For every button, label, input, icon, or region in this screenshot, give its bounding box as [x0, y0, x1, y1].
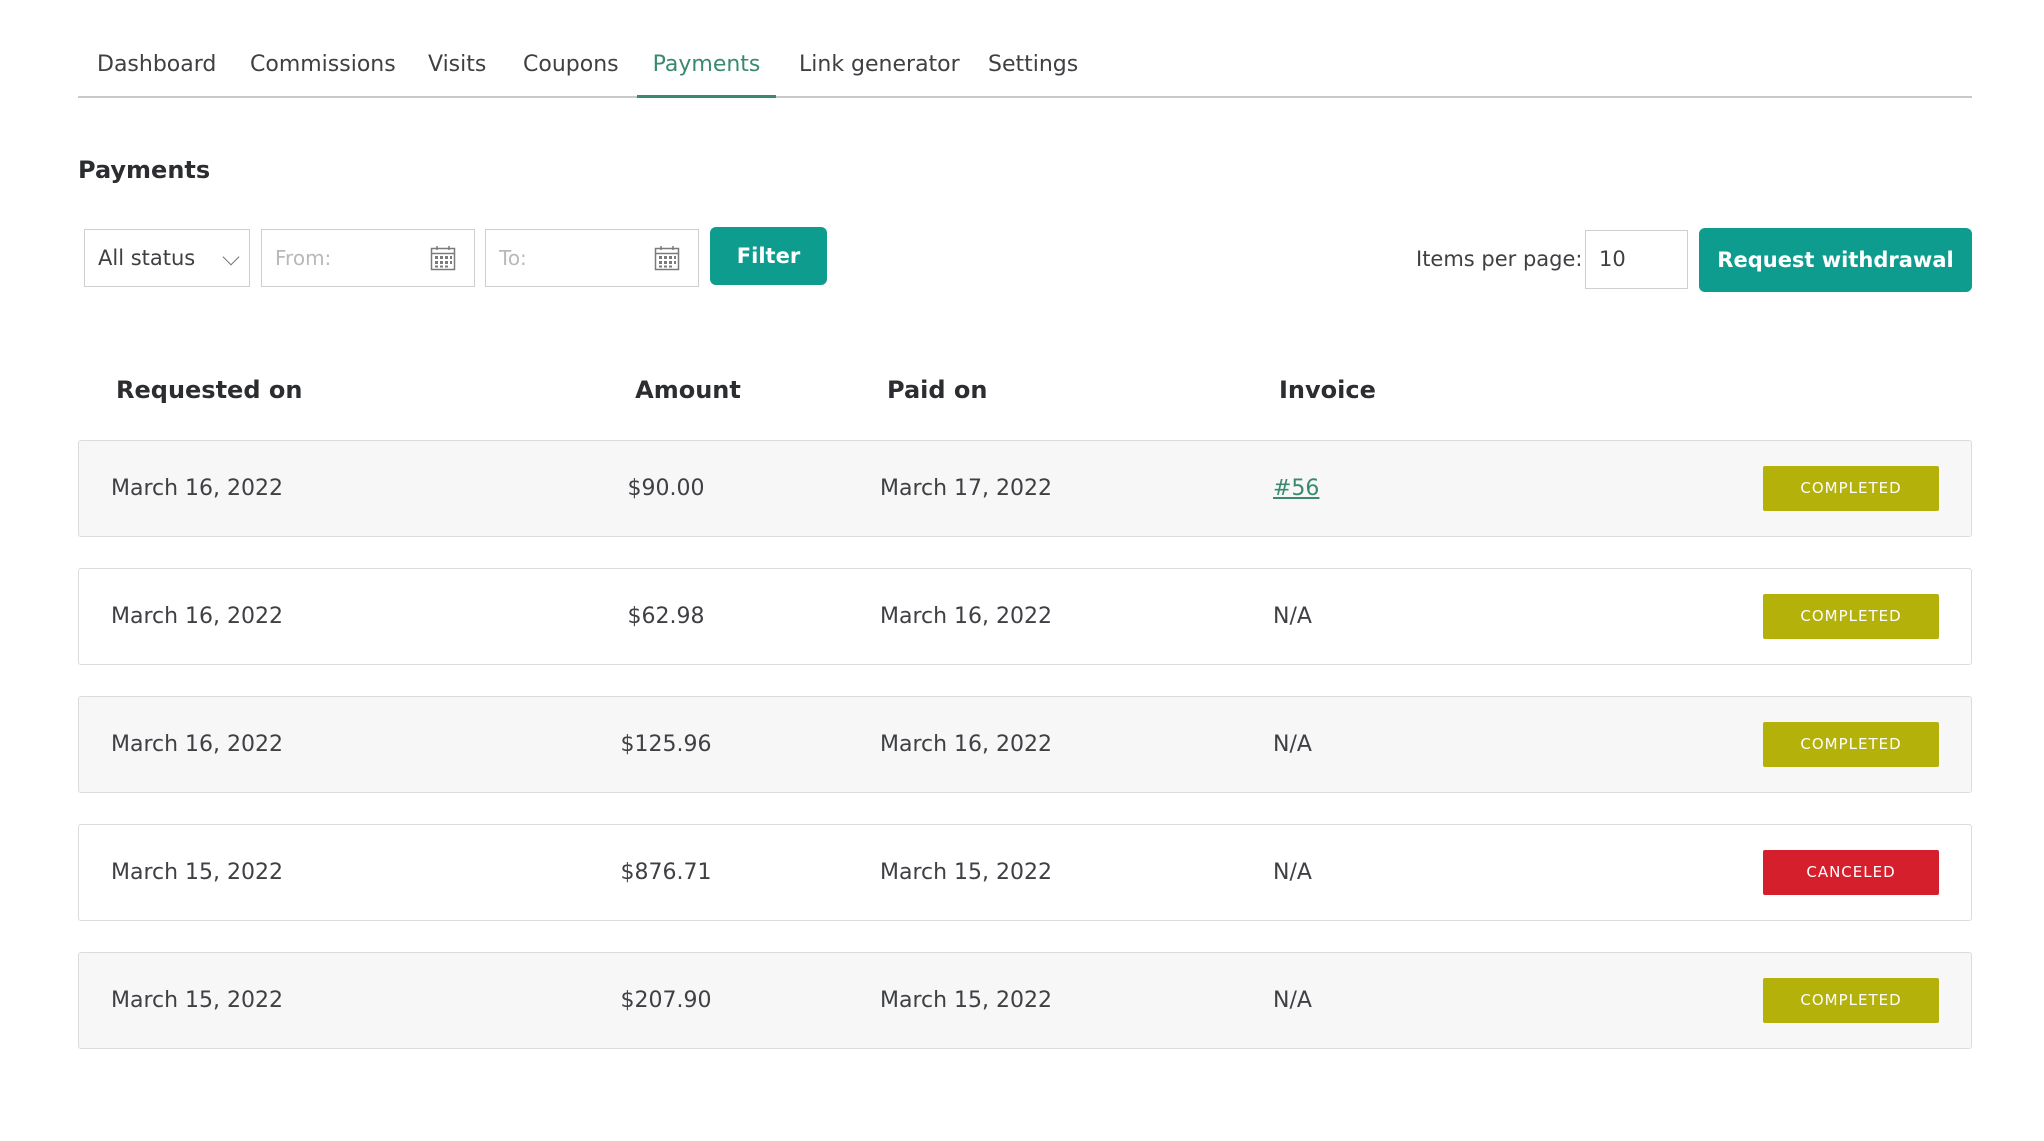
invoice-cell: #56 — [1273, 441, 1319, 536]
tab-settings[interactable]: Settings — [988, 36, 1078, 98]
tab-dashboard[interactable]: Dashboard — [97, 36, 216, 98]
column-header-amount: Amount — [635, 376, 741, 404]
amount-cell: $90.00 — [627, 476, 705, 501]
tab-coupons[interactable]: Coupons — [523, 36, 619, 98]
invoice-link[interactable]: #56 — [1273, 476, 1319, 501]
status-badge: COMPLETED — [1763, 722, 1939, 767]
from-date-input[interactable] — [275, 230, 425, 286]
amount-cell: $62.98 — [627, 604, 705, 629]
status-select-value: All status — [98, 246, 196, 270]
requested-on-cell: March 15, 2022 — [111, 860, 284, 885]
tab-payments[interactable]: Payments — [637, 36, 776, 98]
status-select[interactable]: All status — [84, 229, 250, 287]
status-badge: COMPLETED — [1763, 466, 1939, 511]
section-title: Payments — [78, 156, 211, 184]
calendar-icon[interactable] — [654, 245, 680, 271]
amount-cell: $207.90 — [620, 988, 712, 1013]
status-badge: COMPLETED — [1763, 978, 1939, 1023]
paid-on-cell: March 16, 2022 — [880, 732, 1053, 757]
tab-link-generator[interactable]: Link generator — [799, 36, 960, 98]
requested-on-cell: March 16, 2022 — [111, 732, 284, 757]
request-withdrawal-button[interactable]: Request withdrawal — [1699, 228, 1972, 292]
column-header-invoice: Invoice — [1279, 376, 1376, 404]
to-date-field[interactable] — [485, 229, 699, 287]
amount-cell: $125.96 — [620, 732, 712, 757]
table-row: March 16, 2022 $62.98 March 16, 2022 N/A… — [78, 568, 1972, 665]
paid-on-cell: March 15, 2022 — [880, 860, 1053, 885]
requested-on-cell: March 16, 2022 — [111, 476, 284, 501]
table-row: March 15, 2022 $876.71 March 15, 2022 N/… — [78, 824, 1972, 921]
requested-on-cell: March 15, 2022 — [111, 988, 284, 1013]
paid-on-cell: March 16, 2022 — [880, 604, 1053, 629]
invoice-cell: N/A — [1273, 604, 1312, 629]
to-date-input[interactable] — [499, 230, 649, 286]
tab-visits[interactable]: Visits — [428, 36, 486, 98]
requested-on-cell: March 16, 2022 — [111, 604, 284, 629]
table-row: March 15, 2022 $207.90 March 15, 2022 N/… — [78, 952, 1972, 1049]
invoice-cell: N/A — [1273, 988, 1312, 1013]
chevron-down-icon — [222, 248, 240, 266]
from-date-field[interactable] — [261, 229, 475, 287]
column-header-paid-on: Paid on — [887, 376, 988, 404]
calendar-icon[interactable] — [430, 245, 456, 271]
tab-bar: Dashboard Commissions Visits Coupons Pay… — [78, 36, 1972, 98]
paid-on-cell: March 15, 2022 — [880, 988, 1053, 1013]
filter-button[interactable]: Filter — [710, 227, 827, 285]
amount-cell: $876.71 — [620, 860, 712, 885]
table-row: March 16, 2022 $90.00 March 17, 2022 #56… — [78, 440, 1972, 537]
payments-page: Dashboard Commissions Visits Coupons Pay… — [0, 0, 2044, 1141]
items-per-page-label: Items per page: — [1416, 247, 1583, 271]
status-badge: CANCELED — [1763, 850, 1939, 895]
invoice-cell: N/A — [1273, 732, 1312, 757]
table-row: March 16, 2022 $125.96 March 16, 2022 N/… — [78, 696, 1972, 793]
status-badge: COMPLETED — [1763, 594, 1939, 639]
paid-on-cell: March 17, 2022 — [880, 476, 1053, 501]
invoice-cell: N/A — [1273, 860, 1312, 885]
items-per-page-input[interactable]: 10 — [1585, 230, 1688, 289]
column-header-requested-on: Requested on — [116, 376, 303, 404]
tab-commissions[interactable]: Commissions — [250, 36, 396, 98]
